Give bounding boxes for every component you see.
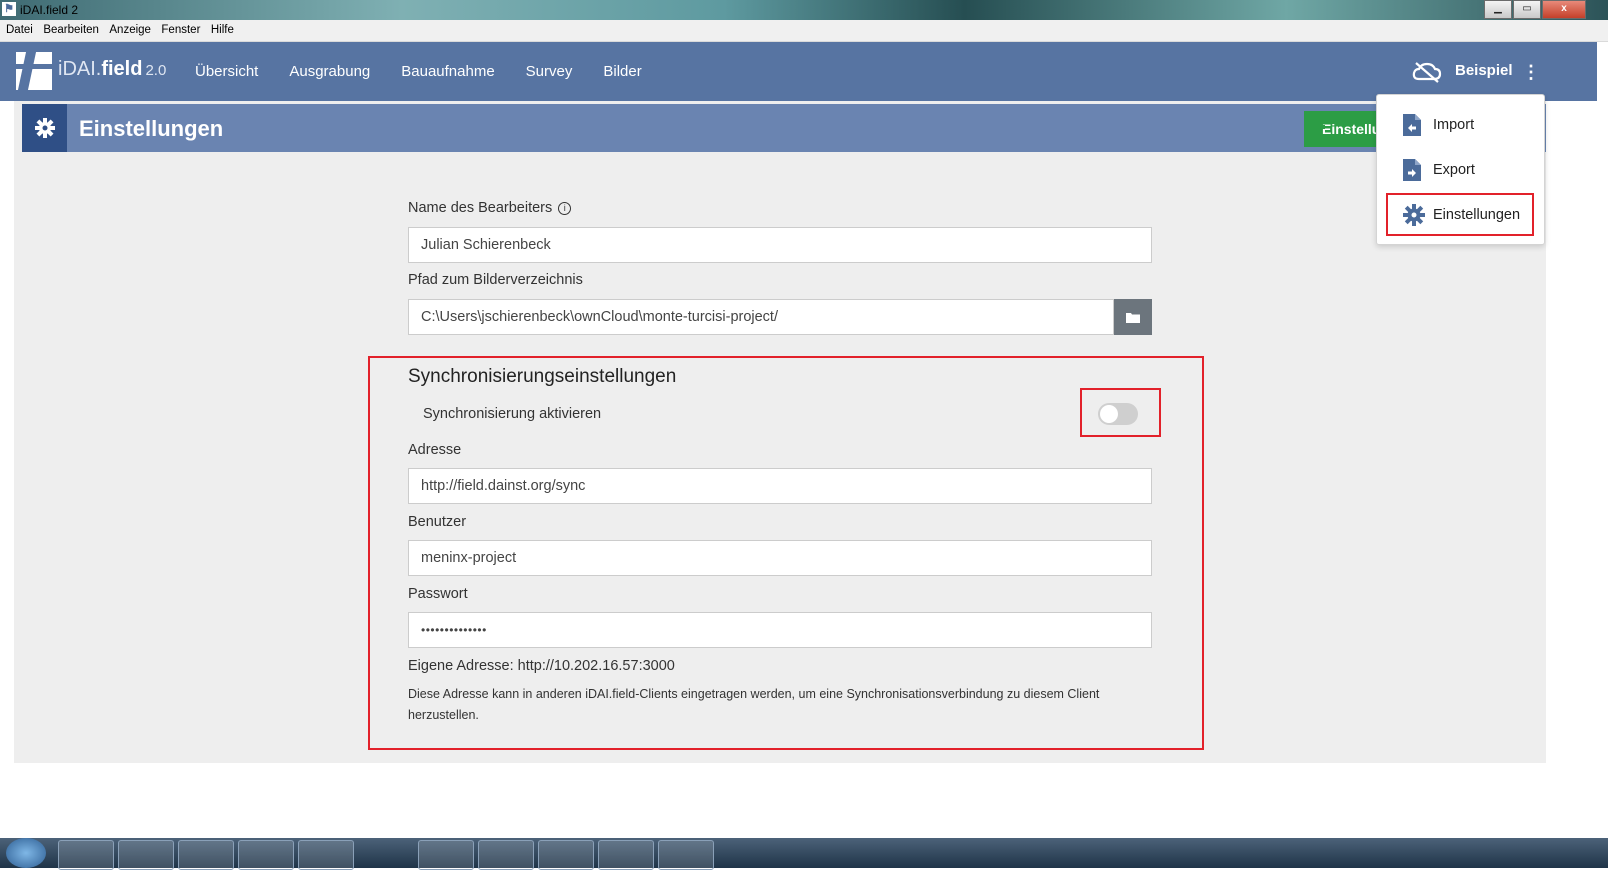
sync-section-title: Synchronisierungseinstellungen [408, 366, 677, 387]
menu-hilfe[interactable]: Hilfe [211, 20, 234, 41]
os-taskbar [0, 838, 1608, 870]
project-name[interactable]: Beispiel [1455, 62, 1513, 79]
editor-name-input[interactable]: Julian Schierenbeck [408, 227, 1152, 263]
own-address: Eigene Adresse: http://10.202.16.57:3000 [408, 658, 675, 674]
window-controls: ▁ ▭ x [1483, 0, 1586, 19]
nav-links: Übersicht Ausgrabung Bauaufnahme Survey … [195, 42, 673, 101]
kebab-menu-icon[interactable]: ⋮ [1522, 60, 1540, 84]
user-label: Benutzer [408, 514, 467, 530]
sync-activate-label: Synchronisierung aktivieren [423, 406, 602, 422]
brand-name: field [101, 58, 143, 80]
taskbar-app-7[interactable] [478, 840, 534, 870]
sync-user-input[interactable]: meninx-project [408, 540, 1152, 576]
window-titlebar: ⚑ iDAI.field 2 ▁ ▭ x [0, 0, 1608, 20]
editor-label: Name des Bearbeiters i [408, 200, 572, 216]
nav-link-bilder[interactable]: Bilder [603, 63, 641, 80]
brand-version: 2.0 [145, 62, 167, 79]
brand-prefix: iDAI. [58, 58, 102, 80]
taskbar-app-5[interactable] [298, 840, 354, 870]
toggle-knob [1100, 405, 1118, 423]
info-icon[interactable]: i [558, 202, 572, 215]
nav-link-ausgrabung[interactable]: Ausgrabung [289, 63, 370, 80]
einstellungen-highlight [1386, 193, 1534, 236]
nav-link-survey[interactable]: Survey [526, 63, 573, 80]
maximize-button[interactable]: ▭ [1513, 0, 1541, 19]
taskbar-app-1[interactable] [58, 840, 114, 870]
file-import-icon [1403, 114, 1421, 141]
taskbar-app-4[interactable] [238, 840, 294, 870]
nav-link-bauaufnahme[interactable]: Bauaufnahme [401, 63, 494, 80]
close-button[interactable]: x [1542, 0, 1586, 19]
cloud-off-icon[interactable] [1412, 61, 1442, 83]
sync-toggle[interactable] [1098, 403, 1138, 425]
sync-address-input[interactable]: http://field.dainst.org/sync [408, 468, 1152, 504]
sync-password-input[interactable]: •••••••••••••• [408, 612, 1152, 648]
page-title: Einstellungen [79, 116, 224, 141]
logo[interactable] [16, 52, 52, 90]
menu-item-export-label: Export [1433, 162, 1475, 178]
path-label: Pfad zum Bilderverzeichnis [408, 272, 583, 288]
window-title: iDAI.field 2 [20, 3, 79, 17]
app-icon: ⚑ [2, 2, 16, 16]
file-export-icon [1403, 159, 1421, 186]
brand[interactable]: iDAI.field 2.0 [58, 58, 166, 81]
menu-datei[interactable]: Datei [6, 20, 33, 41]
taskbar-app-9[interactable] [598, 840, 654, 870]
menu-anzeige[interactable]: Anzeige [109, 20, 151, 41]
taskbar-app-6[interactable] [418, 840, 474, 870]
editor-label-text: Name des Bearbeiters [408, 200, 553, 216]
menu-item-import-label: Import [1433, 117, 1475, 133]
folder-icon[interactable] [1114, 299, 1152, 335]
taskbar-app-2[interactable] [118, 840, 174, 870]
taskbar-app-10[interactable] [658, 840, 714, 870]
image-path-input[interactable]: C:\Users\jschierenbeck\ownCloud\monte-tu… [408, 299, 1114, 335]
menu-fenster[interactable]: Fenster [161, 20, 200, 41]
own-address-hint: Diese Adresse kann in anderen iDAI.field… [408, 687, 1100, 722]
menu-bearbeiten[interactable]: Bearbeiten [43, 20, 99, 41]
password-label: Passwort [408, 586, 468, 602]
minimize-button[interactable]: ▁ [1484, 0, 1512, 19]
nav-link-uebersicht[interactable]: Übersicht [195, 63, 258, 80]
menu-item-export[interactable]: Export [1377, 148, 1544, 192]
menu-item-import[interactable]: Import [1377, 103, 1544, 147]
taskbar-app-3[interactable] [178, 840, 234, 870]
start-button[interactable] [6, 838, 46, 868]
menubar: Datei Bearbeiten Anzeige Fenster Hilfe [0, 20, 1608, 42]
navbar: iDAI.field 2.0 Übersicht Ausgrabung Bauau… [0, 42, 1597, 101]
taskbar-app-8[interactable] [538, 840, 594, 870]
address-label: Adresse [408, 442, 462, 458]
gear-icon [22, 104, 67, 152]
